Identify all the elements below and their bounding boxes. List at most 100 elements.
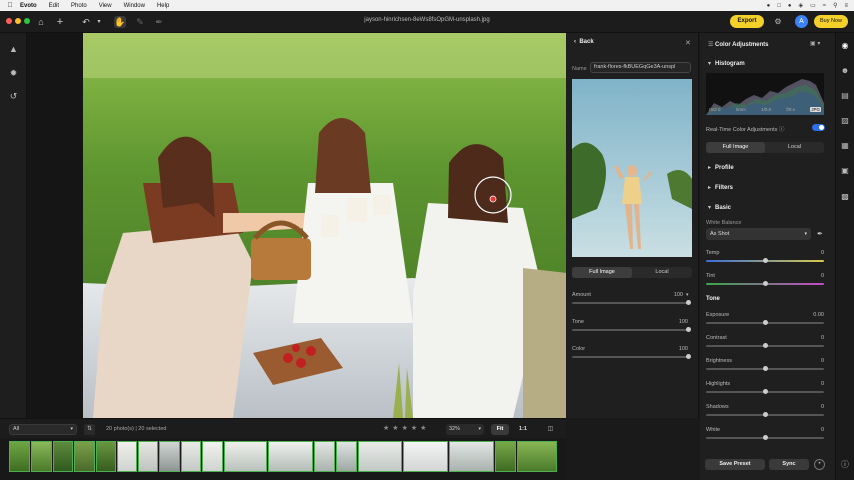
tab-local[interactable]: Local [765, 142, 824, 153]
help-icon[interactable]: ⓘ [839, 459, 851, 471]
white-slider-handle[interactable] [763, 435, 768, 440]
status-icon-1[interactable]: ● [767, 3, 771, 9]
settings-gear-icon[interactable]: ⚙ [772, 16, 784, 28]
exposure-slider-handle[interactable] [763, 320, 768, 325]
amount-slider[interactable] [572, 302, 690, 304]
star-icon[interactable]: ★ [383, 424, 389, 432]
sync-button[interactable]: Sync [769, 459, 809, 470]
histogram-section-header[interactable]: ▾ Histogram [708, 60, 745, 67]
thumbnail[interactable] [117, 441, 137, 472]
buy-now-button[interactable]: Buy Now [814, 15, 848, 28]
back-button[interactable]: ‹ Back [574, 39, 594, 45]
contrast-slider-handle[interactable] [763, 343, 768, 348]
star-icon[interactable]: ★ [402, 424, 408, 432]
zoom-select[interactable]: 32% ▾ [446, 424, 484, 435]
amount-chevron-down-icon[interactable]: ▾ [686, 292, 689, 298]
sync-options-icon[interactable]: • [814, 459, 825, 470]
thumbnail[interactable] [159, 441, 180, 472]
tone-slider[interactable] [572, 329, 690, 331]
wifi-icon[interactable]: ≈ [823, 3, 826, 9]
star-icon[interactable]: ★ [411, 424, 417, 432]
actual-size-button[interactable]: 1:1 [514, 424, 532, 435]
collapse-panel-icon[interactable]: ☰ [708, 42, 715, 48]
shadows-slider-handle[interactable] [763, 412, 768, 417]
exposure-value[interactable]: 0.00 [800, 312, 824, 318]
star-icon[interactable]: ★ [392, 424, 398, 432]
star-icon[interactable]: ★ [420, 424, 426, 432]
crop-icon[interactable]: ▦ [839, 140, 851, 152]
thumbnail[interactable] [517, 441, 557, 472]
color-slider[interactable] [572, 356, 690, 358]
status-icon-3[interactable]: ● [788, 3, 792, 9]
panel-options-icon[interactable]: ▣ ▾ [810, 40, 820, 47]
presets-icon[interactable]: ✹ [6, 66, 21, 81]
sticker-icon[interactable]: ▩ [839, 191, 851, 203]
amount-slider-handle[interactable] [686, 300, 691, 305]
color-palette-icon[interactable]: ◉ [839, 40, 851, 52]
thumbnail[interactable] [314, 441, 335, 472]
main-photo[interactable] [83, 33, 567, 418]
shadows-value[interactable]: 0 [800, 404, 824, 410]
face-retouch-icon[interactable]: ☻ [839, 65, 851, 77]
thumbnail[interactable] [138, 441, 158, 472]
thumbnail[interactable] [449, 441, 494, 472]
clothing-icon[interactable]: ▨ [839, 115, 851, 127]
menu-evoto[interactable]: Evoto [20, 3, 37, 9]
body-shape-icon[interactable]: ▤ [839, 90, 851, 102]
color-slider-handle[interactable] [686, 354, 691, 359]
profile-section-header[interactable]: ▸ Profile [708, 164, 734, 171]
highlights-slider-handle[interactable] [763, 389, 768, 394]
highlights-value[interactable]: 0 [800, 381, 824, 387]
fit-button[interactable]: Fit [491, 424, 509, 435]
photo-filter-dropdown[interactable]: All ▾ [9, 424, 77, 435]
camera-icon[interactable]: ▣ [839, 165, 851, 177]
control-center-icon[interactable]: ≡ [844, 3, 848, 9]
ai-adjust-icon[interactable]: ▲ [6, 42, 21, 57]
thumbnail[interactable] [224, 441, 267, 472]
sort-icon[interactable]: ⇅ [84, 424, 95, 435]
thumbnail[interactable] [336, 441, 357, 472]
history-icon[interactable]: ↺ [6, 89, 21, 104]
eyedropper-icon[interactable]: ✒ [817, 230, 823, 238]
menu-photo[interactable]: Photo [71, 3, 87, 9]
brightness-value[interactable]: 0 [800, 358, 824, 364]
menu-help[interactable]: Help [157, 3, 169, 9]
thumbnail[interactable] [202, 441, 223, 472]
status-icon-2[interactable]: □ [777, 3, 781, 9]
tab-full-image[interactable]: Full Image [706, 142, 765, 153]
thumbnail[interactable] [495, 441, 516, 472]
thumbnail[interactable] [53, 441, 73, 472]
white-value[interactable]: 0 [800, 427, 824, 433]
realtime-toggle[interactable] [812, 124, 825, 131]
brightness-slider-handle[interactable] [763, 366, 768, 371]
tab-full-image[interactable]: Full Image [572, 267, 632, 278]
contrast-value[interactable]: 0 [800, 335, 824, 341]
basic-section-header[interactable]: ▾ Basic [708, 204, 731, 211]
save-preset-button[interactable]: Save Preset [705, 459, 765, 470]
thumbnail[interactable] [268, 441, 313, 472]
white-balance-dropdown[interactable]: As Shot ▾ [706, 228, 811, 240]
tint-slider-handle[interactable] [763, 281, 768, 286]
info-icon[interactable]: ⓘ [779, 127, 785, 133]
thumbnail[interactable] [403, 441, 448, 472]
export-button[interactable]: Export [730, 15, 764, 28]
toggle-filmstrip-icon[interactable]: ◫ [545, 424, 556, 435]
user-avatar[interactable]: A [795, 15, 808, 28]
thumbnail[interactable] [74, 441, 95, 472]
menu-edit[interactable]: Edit [49, 3, 59, 9]
menu-view[interactable]: View [99, 3, 112, 9]
thumbnail[interactable] [9, 441, 30, 472]
amount-value[interactable]: 100 [661, 292, 683, 298]
photo-canvas[interactable] [27, 33, 567, 418]
spotlight-icon[interactable]: ⚲ [833, 2, 837, 9]
thumbnail[interactable] [358, 441, 402, 472]
tone-value[interactable]: 100 [666, 319, 688, 325]
thumbnail[interactable] [31, 441, 52, 472]
filters-section-header[interactable]: ▸ Filters [708, 184, 733, 191]
thumbnail[interactable] [181, 441, 201, 472]
tint-value[interactable]: 0 [800, 273, 824, 279]
temp-value[interactable]: 0 [800, 250, 824, 256]
thumbnail[interactable] [96, 441, 116, 472]
menu-window[interactable]: Window [124, 3, 145, 9]
battery-icon[interactable]: ▭ [810, 2, 816, 9]
